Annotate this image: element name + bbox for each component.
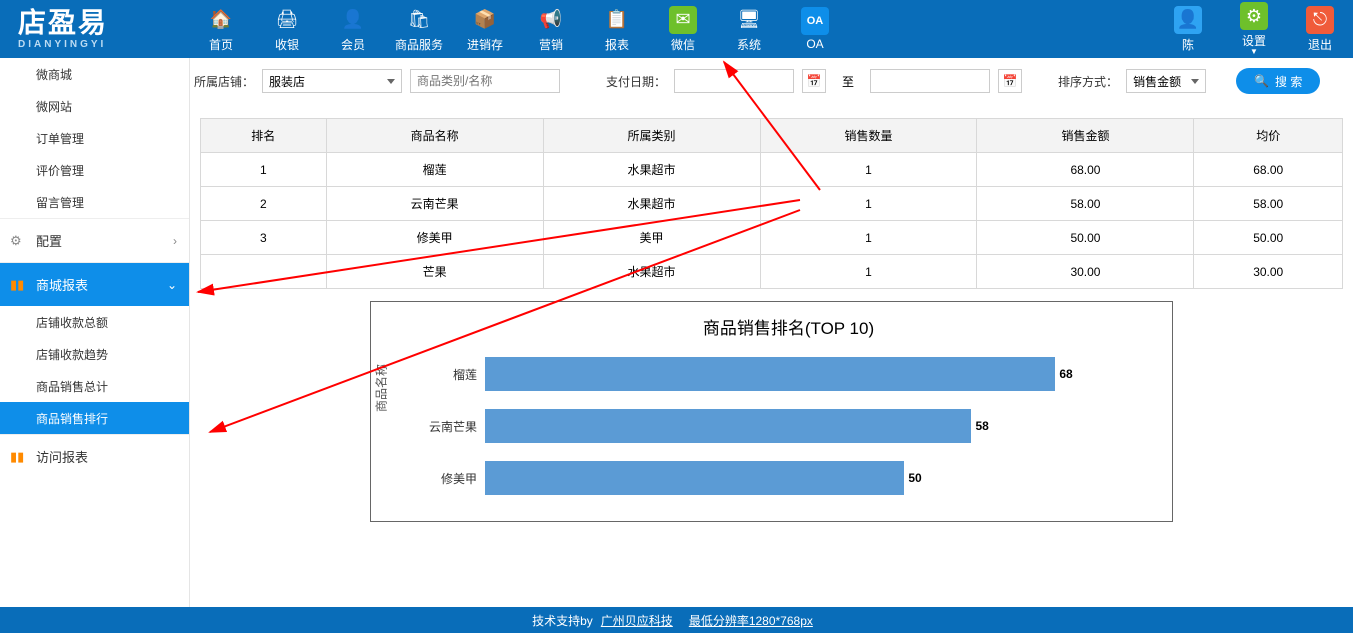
member-icon: 👤 bbox=[339, 6, 367, 34]
col-avg: 均价 bbox=[1194, 119, 1343, 153]
store-select[interactable]: 服装店 bbox=[262, 69, 402, 93]
sidebar-item-guestbook[interactable]: 留言管理 bbox=[0, 186, 189, 218]
brand-main: 店盈易 bbox=[18, 9, 170, 37]
chart-bar bbox=[485, 409, 971, 443]
date-from-input[interactable] bbox=[674, 69, 794, 93]
to-label: 至 bbox=[834, 73, 862, 90]
nav-exit[interactable]: ⎋退出 bbox=[1287, 0, 1353, 58]
date-label: 支付日期： bbox=[606, 73, 666, 90]
nav-home[interactable]: 🏠首页 bbox=[188, 0, 254, 58]
chart-bar-value: 68 bbox=[1059, 367, 1072, 381]
chart-bar-row: 云南芒果 58 bbox=[421, 409, 1156, 443]
user-icon: 👤 bbox=[1174, 6, 1202, 34]
chart-bar bbox=[485, 357, 1055, 391]
goods-icon: 🛍 bbox=[405, 6, 433, 34]
sidebar-sub-goods-rank[interactable]: 商品销售排行 bbox=[0, 402, 189, 434]
nav-system[interactable]: 🖥系统 bbox=[716, 0, 782, 58]
sidebar-item-wsc[interactable]: 微商城 bbox=[0, 58, 189, 90]
nav-wechat[interactable]: ✉微信 bbox=[650, 0, 716, 58]
sidebar-item-wwz[interactable]: 微网站 bbox=[0, 90, 189, 122]
megaphone-icon: 📢 bbox=[537, 6, 565, 34]
footer: 技术支持by 广州贝应科技 最低分辨率1280*768px bbox=[0, 607, 1353, 633]
top-nav: 🏠首页 🖨收银 👤会员 🛍商品服务 📦进销存 📢营销 📋报表 ✉微信 🖥系统 O… bbox=[188, 0, 1353, 58]
search-icon: 🔍 bbox=[1254, 74, 1269, 88]
gear-icon: ⚙ bbox=[10, 219, 22, 262]
nav-report[interactable]: 📋报表 bbox=[584, 0, 650, 58]
table-row: 芒果水果超市130.0030.00 bbox=[201, 255, 1343, 289]
sidebar-sub-shop-trend[interactable]: 店铺收款趋势 bbox=[0, 338, 189, 370]
wechat-icon: ✉ bbox=[669, 6, 697, 34]
footer-support-link[interactable]: 广州贝应科技 bbox=[601, 612, 673, 629]
report-icon: 📋 bbox=[603, 6, 631, 34]
search-button[interactable]: 🔍搜 索 bbox=[1236, 68, 1320, 94]
nav-user[interactable]: 👤陈 bbox=[1155, 0, 1221, 58]
chart-bar-row: 榴莲 68 bbox=[421, 357, 1156, 391]
cashier-icon: 🖨 bbox=[273, 6, 301, 34]
nav-settings[interactable]: ⚙设置▼ bbox=[1221, 0, 1287, 58]
bar-icon: ▮▮ bbox=[10, 263, 24, 306]
gear-icon: ⚙ bbox=[1240, 2, 1268, 30]
nav-stock[interactable]: 📦进销存 bbox=[452, 0, 518, 58]
chevron-down-icon bbox=[387, 79, 395, 84]
sidebar-item-order[interactable]: 订单管理 bbox=[0, 122, 189, 154]
chart-title: 商品销售排名(TOP 10) bbox=[421, 314, 1156, 339]
sidebar-sub-shop-total[interactable]: 店铺收款总额 bbox=[0, 306, 189, 338]
calendar-icon[interactable]: 📅 bbox=[998, 69, 1022, 93]
nav-member[interactable]: 👤会员 bbox=[320, 0, 386, 58]
bar-icon: ▮▮ bbox=[10, 435, 24, 478]
col-name: 商品名称 bbox=[326, 119, 543, 153]
sidebar: 微商城 微网站 订单管理 评价管理 留言管理 ⚙ 配置 › ▮▮ 商城报表 ⌄ … bbox=[0, 58, 190, 607]
main-content: 所属店铺： 服装店 支付日期： 📅 至 📅 排序方式： 销售金额 🔍搜 索 排名… bbox=[190, 58, 1353, 607]
table-row: 2云南芒果水果超市158.0058.00 bbox=[201, 187, 1343, 221]
chart-bar-row: 修美甲 50 bbox=[421, 461, 1156, 495]
chart-bar-label: 云南芒果 bbox=[421, 418, 485, 435]
rank-table: 排名 商品名称 所属类别 销售数量 销售金额 均价 1榴莲水果超市168.006… bbox=[200, 118, 1343, 289]
brand-sub: DIANYINGYI bbox=[18, 39, 170, 50]
col-amount: 销售金额 bbox=[977, 119, 1194, 153]
sidebar-group-mall-report[interactable]: ▮▮ 商城报表 ⌄ bbox=[0, 262, 189, 306]
table-header-row: 排名 商品名称 所属类别 销售数量 销售金额 均价 bbox=[201, 119, 1343, 153]
sidebar-sub-goods-total[interactable]: 商品销售总计 bbox=[0, 370, 189, 402]
chart-bar-label: 修美甲 bbox=[421, 470, 485, 487]
date-to-input[interactable] bbox=[870, 69, 990, 93]
col-qty: 销售数量 bbox=[760, 119, 977, 153]
sort-select[interactable]: 销售金额 bbox=[1126, 69, 1206, 93]
goods-input[interactable] bbox=[410, 69, 560, 93]
oa-icon: OA bbox=[801, 7, 829, 35]
chart-bar bbox=[485, 461, 904, 495]
table-row: 3修美甲美甲150.0050.00 bbox=[201, 221, 1343, 255]
nav-goods[interactable]: 🛍商品服务 bbox=[386, 0, 452, 58]
brand-logo: 店盈易 DIANYINGYI bbox=[0, 0, 188, 58]
chart-bar-label: 榴莲 bbox=[421, 366, 485, 383]
chart-container: 商品销售排名(TOP 10) 商品名称 榴莲 68 云南芒果 58 修美甲 50 bbox=[370, 301, 1173, 522]
nav-marketing[interactable]: 📢营销 bbox=[518, 0, 584, 58]
nav-cashier[interactable]: 🖨收银 bbox=[254, 0, 320, 58]
sidebar-item-review[interactable]: 评价管理 bbox=[0, 154, 189, 186]
chart-bar-value: 58 bbox=[975, 419, 988, 433]
exit-icon: ⎋ bbox=[1306, 6, 1334, 34]
table-row: 1榴莲水果超市168.0068.00 bbox=[201, 153, 1343, 187]
store-label: 所属店铺： bbox=[194, 73, 254, 90]
footer-resolution[interactable]: 最低分辨率1280*768px bbox=[689, 612, 813, 629]
sort-label: 排序方式： bbox=[1058, 73, 1118, 90]
chevron-down-icon: ⌄ bbox=[167, 278, 177, 292]
system-icon: 🖥 bbox=[735, 6, 763, 34]
footer-prefix: 技术支持by bbox=[532, 612, 593, 629]
home-icon: 🏠 bbox=[207, 6, 235, 34]
sidebar-group-config[interactable]: ⚙ 配置 › bbox=[0, 218, 189, 262]
col-cat: 所属类别 bbox=[543, 119, 760, 153]
sidebar-group-visit-report[interactable]: ▮▮ 访问报表 bbox=[0, 434, 189, 478]
chevron-right-icon: › bbox=[173, 234, 177, 248]
chart-ylabel: 商品名称 bbox=[373, 363, 390, 411]
stock-icon: 📦 bbox=[471, 6, 499, 34]
col-rank: 排名 bbox=[201, 119, 327, 153]
nav-oa[interactable]: OAOA bbox=[782, 0, 848, 58]
chevron-down-icon bbox=[1191, 79, 1199, 84]
chart-bar-value: 50 bbox=[908, 471, 921, 485]
calendar-icon[interactable]: 📅 bbox=[802, 69, 826, 93]
